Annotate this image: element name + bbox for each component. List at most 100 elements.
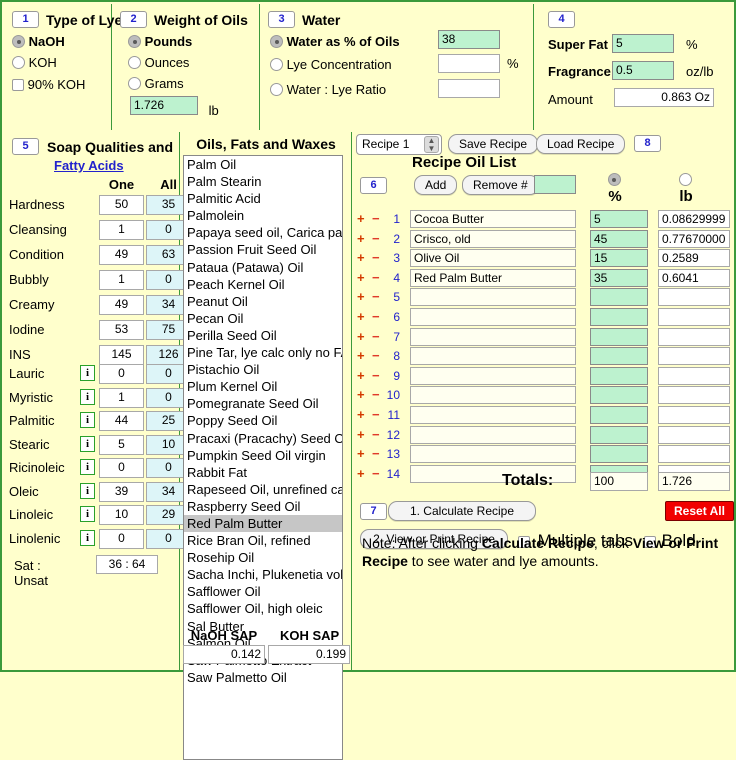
- oil-list-item[interactable]: Palmolein: [184, 207, 342, 224]
- add-row-icon[interactable]: +: [357, 348, 365, 363]
- water-lye-ratio-input[interactable]: [438, 79, 500, 98]
- recipe-oil-percent[interactable]: [590, 386, 648, 405]
- add-row-icon[interactable]: +: [357, 466, 365, 481]
- oil-list-item[interactable]: Pistachio Oil: [184, 361, 342, 378]
- recipe-oil-name[interactable]: Olive Oil: [410, 249, 576, 268]
- remove-row-icon[interactable]: −: [372, 250, 380, 265]
- recipe-oil-name[interactable]: [410, 425, 576, 444]
- oils-listbox[interactable]: Palm Oil Palm Stearin Palmitic Acid Palmole…: [183, 155, 343, 760]
- recipe-oil-weight[interactable]: [658, 308, 730, 326]
- info-icon[interactable]: i: [80, 365, 95, 381]
- recipe-oil-weight[interactable]: [658, 366, 730, 385]
- remove-row-icon[interactable]: −: [372, 446, 380, 461]
- radio-koh[interactable]: KOH: [12, 55, 57, 70]
- add-row-icon[interactable]: +: [357, 329, 365, 344]
- recipe-oil-weight[interactable]: [658, 327, 730, 346]
- oil-list-item[interactable]: Pomegranate Seed Oil: [184, 395, 342, 412]
- recipe-oil-weight[interactable]: [658, 347, 730, 366]
- radio-lb-icon[interactable]: [678, 173, 692, 186]
- radio-water-lye-ratio-icon[interactable]: [270, 83, 283, 96]
- remove-oil-button[interactable]: Remove #: [462, 175, 539, 195]
- radio-ounces-icon[interactable]: [128, 56, 141, 69]
- oil-list-item[interactable]: Palm Stearin: [184, 173, 342, 190]
- remove-row-icon[interactable]: −: [372, 289, 380, 304]
- add-row-icon[interactable]: +: [357, 289, 365, 304]
- radio-grams-icon[interactable]: [128, 77, 141, 90]
- fatty-acids-link[interactable]: Fatty Acids: [54, 158, 124, 173]
- recipe-oil-name[interactable]: [410, 366, 576, 385]
- oil-list-item[interactable]: Pumpkin Seed Oil virgin: [184, 447, 342, 464]
- chevron-updown-icon[interactable]: ▲ ▼: [424, 136, 439, 153]
- oil-list-item[interactable]: Pataua (Patawa) Oil: [184, 259, 342, 276]
- recipe-oil-weight[interactable]: [658, 288, 730, 307]
- remove-row-icon[interactable]: −: [372, 309, 380, 324]
- oil-list-item[interactable]: Rapeseed Oil, unrefined can: [184, 481, 342, 498]
- radio-naoh-icon[interactable]: [12, 35, 25, 48]
- oil-list-item[interactable]: Pine Tar, lye calc only no FA: [184, 344, 342, 361]
- oil-list-item[interactable]: Peanut Oil: [184, 293, 342, 310]
- load-recipe-button[interactable]: Load Recipe: [536, 134, 626, 154]
- radio-water-percent[interactable]: Water as % of Oils: [270, 34, 400, 49]
- info-icon[interactable]: i: [80, 529, 95, 546]
- fragrance-input[interactable]: 0.5: [612, 61, 674, 80]
- remove-row-icon[interactable]: −: [372, 387, 380, 402]
- add-row-icon[interactable]: +: [357, 387, 365, 402]
- radio-ounces[interactable]: Ounces: [128, 55, 189, 70]
- remove-row-icon[interactable]: −: [372, 329, 380, 344]
- remove-row-icon[interactable]: −: [372, 231, 380, 246]
- radio-pounds-icon[interactable]: [128, 35, 141, 48]
- add-row-icon[interactable]: +: [357, 427, 365, 442]
- oil-list-item[interactable]: Red Palm Butter: [184, 514, 342, 533]
- recipe-oil-percent[interactable]: [590, 425, 648, 444]
- recipe-oil-weight[interactable]: 0.77670000: [658, 229, 730, 248]
- oil-list-item[interactable]: Papaya seed oil, Carica pap: [184, 224, 342, 241]
- oil-list-item[interactable]: Poppy Seed Oil: [184, 412, 342, 429]
- oil-list-item[interactable]: Rosehip Oil: [184, 549, 342, 566]
- recipe-oil-percent[interactable]: [590, 308, 648, 326]
- recipe-oil-name[interactable]: [410, 386, 576, 405]
- recipe-oil-percent[interactable]: [590, 366, 648, 385]
- checkbox-90-koh[interactable]: 90% KOH: [12, 77, 85, 92]
- remove-row-icon[interactable]: −: [372, 348, 380, 363]
- recipe-oil-weight[interactable]: [658, 425, 730, 444]
- add-row-icon[interactable]: +: [357, 211, 365, 226]
- add-row-icon[interactable]: +: [357, 231, 365, 246]
- remove-row-icon[interactable]: −: [372, 270, 380, 285]
- recipe-oil-weight[interactable]: [658, 445, 730, 464]
- radio-naoh[interactable]: NaOH: [12, 34, 65, 49]
- oil-list-item[interactable]: Pecan Oil: [184, 310, 342, 327]
- recipe-oil-name[interactable]: [410, 288, 576, 307]
- add-row-icon[interactable]: +: [357, 309, 365, 324]
- unit-percent-option[interactable]: [599, 172, 629, 187]
- recipe-oil-percent[interactable]: 45: [590, 229, 648, 248]
- lye-concentration-input[interactable]: [438, 54, 500, 73]
- radio-lye-concentration-icon[interactable]: [270, 58, 283, 71]
- recipe-oil-weight[interactable]: [658, 386, 730, 405]
- radio-koh-icon[interactable]: [12, 56, 25, 69]
- remove-row-icon[interactable]: −: [372, 466, 380, 481]
- oil-list-item[interactable]: Palm Oil: [184, 156, 342, 173]
- info-icon[interactable]: i: [80, 435, 95, 452]
- oil-list-item[interactable]: Safflower Oil: [184, 583, 342, 600]
- add-row-icon[interactable]: +: [357, 446, 365, 461]
- recipe-oil-percent[interactable]: 15: [590, 249, 648, 268]
- radio-pounds[interactable]: Pounds: [128, 34, 192, 49]
- recipe-oil-percent[interactable]: [590, 445, 648, 464]
- checkbox-90-koh-icon[interactable]: [12, 79, 24, 91]
- recipe-oil-name[interactable]: [410, 327, 576, 346]
- recipe-oil-weight[interactable]: [658, 406, 730, 424]
- recipe-oil-name[interactable]: [410, 406, 576, 424]
- add-row-icon[interactable]: +: [357, 270, 365, 285]
- water-percent-input[interactable]: 38: [438, 30, 500, 49]
- oil-list-item[interactable]: Peach Kernel Oil: [184, 276, 342, 293]
- reset-all-button[interactable]: Reset All: [665, 501, 734, 521]
- recipe-oil-percent[interactable]: [590, 327, 648, 346]
- info-icon[interactable]: i: [80, 482, 95, 499]
- radio-percent-icon[interactable]: [607, 173, 621, 186]
- oil-list-item[interactable]: Plum Kernel Oil: [184, 378, 342, 395]
- oil-weight-input[interactable]: 1.726: [130, 96, 198, 115]
- oil-list-item[interactable]: Pracaxi (Pracachy) Seed Oil: [184, 430, 342, 447]
- recipe-oil-percent[interactable]: 5: [590, 210, 648, 228]
- remove-row-icon[interactable]: −: [372, 427, 380, 442]
- radio-water-lye-ratio[interactable]: Water : Lye Ratio: [270, 82, 386, 97]
